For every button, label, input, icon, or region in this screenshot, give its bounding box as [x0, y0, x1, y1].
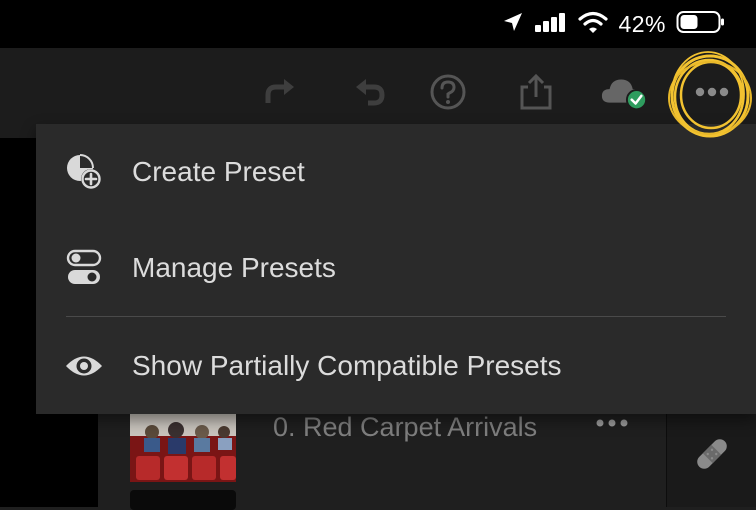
menu-item-label: Manage Presets	[132, 252, 336, 283]
battery-icon	[676, 10, 726, 38]
menu-item-manage-presets[interactable]: Manage Presets	[36, 220, 756, 316]
redo-icon[interactable]	[262, 72, 302, 112]
preset-more-icon[interactable]	[594, 415, 634, 439]
preset-thumbnail[interactable]	[130, 414, 236, 482]
cloud-synced-icon[interactable]	[600, 72, 650, 112]
battery-percent: 42%	[618, 10, 666, 37]
next-preset-thumbnail[interactable]	[130, 490, 236, 510]
more-options-icon[interactable]	[690, 72, 734, 112]
help-icon[interactable]	[428, 72, 468, 112]
menu-item-show-partially-compatible[interactable]: Show Partially Compatible Presets	[36, 318, 756, 414]
presets-options-menu: Create Preset Manage Presets Show Partia…	[36, 124, 756, 414]
eye-icon	[64, 346, 104, 386]
preset-name[interactable]: 0. Red Carpet Arrivals	[273, 412, 537, 443]
location-arrow-icon	[502, 11, 524, 37]
share-icon[interactable]	[516, 72, 556, 112]
menu-item-create-preset[interactable]: Create Preset	[36, 124, 756, 220]
menu-item-label: Show Partially Compatible Presets	[132, 350, 562, 381]
menu-divider	[66, 316, 726, 317]
status-icons: 42%	[502, 10, 726, 38]
undo-icon[interactable]	[348, 72, 388, 112]
healing-brush-icon[interactable]	[690, 432, 734, 476]
menu-item-label: Create Preset	[132, 156, 305, 187]
status-bar: 42%	[0, 0, 756, 48]
cellular-signal-icon	[534, 11, 568, 37]
manage-presets-toggle-icon	[64, 248, 104, 288]
create-preset-icon	[64, 152, 104, 192]
wifi-icon	[578, 11, 609, 37]
